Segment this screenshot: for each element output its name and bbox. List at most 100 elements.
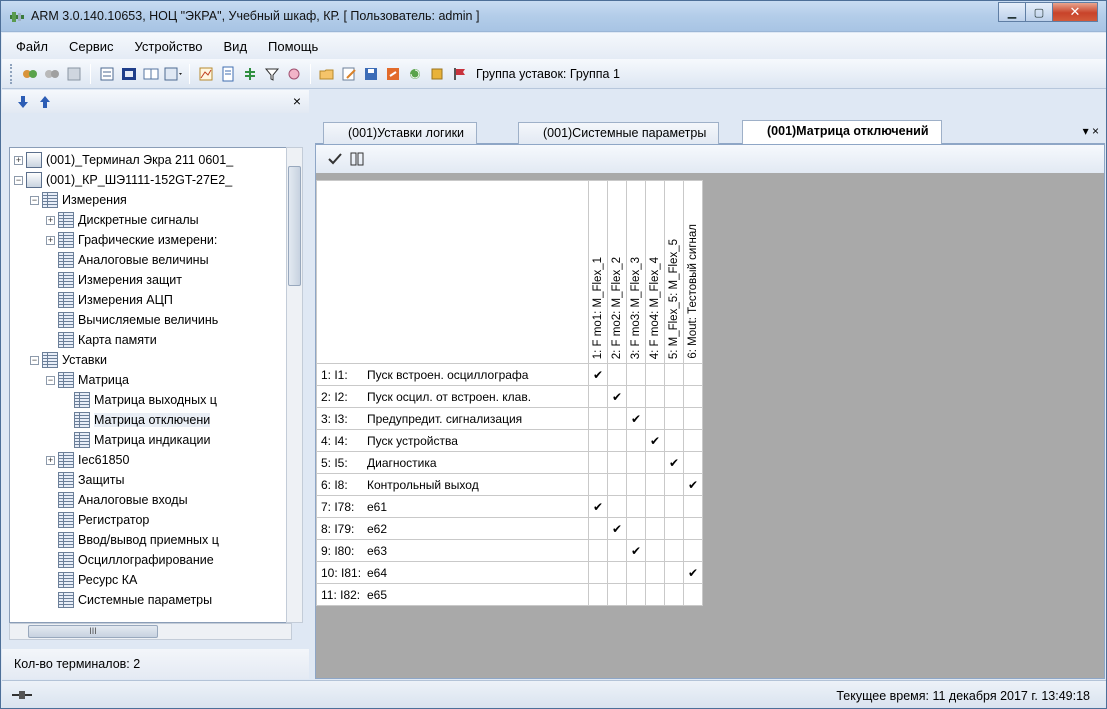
close-icon[interactable]: ✕ [1052,2,1098,22]
matrix-cell[interactable] [664,385,684,408]
tree-item[interactable]: + Iec61850 [46,450,129,470]
report-icon[interactable] [219,65,237,83]
matrix-row-header[interactable]: 3: I3: Предупредит. сигнализация [316,407,589,430]
matrix-column-header[interactable]: 5: M_Flex_5: M_Flex_5 [664,180,684,364]
matrix-cell[interactable] [588,583,608,606]
close-panel-button[interactable]: × [293,93,301,109]
minimize-icon[interactable]: ▁ [998,2,1026,22]
plugin-icon[interactable] [428,65,446,83]
scroll-thumb[interactable]: III [28,625,158,638]
matrix-cell[interactable] [664,363,684,386]
tree-horizontal-scrollbar[interactable]: III [9,623,292,640]
matrix-cell[interactable] [588,473,608,496]
matrix-cell[interactable] [607,495,627,518]
expander-icon[interactable]: − [30,355,39,365]
matrix-cell[interactable] [645,561,665,584]
tab-system-params[interactable]: (001)Системные параметры [518,122,720,144]
tree-item[interactable]: Измерения АЦП [46,290,173,310]
tab-trip-matrix[interactable]: (001)Матрица отключений [742,120,942,145]
device-tree[interactable]: + (001)_Терминал Экра 211 0601_ − (001)_КР_… [9,147,292,623]
tree-item[interactable]: Системные параметры [46,590,212,610]
properties-icon[interactable] [65,65,83,83]
matrix-row-header[interactable]: 8: I79: e62 [316,517,589,540]
matrix-cell[interactable] [607,561,627,584]
matrix-cell[interactable] [626,429,646,452]
tree-item[interactable]: Ресурс КА [46,570,137,590]
matrix-cell[interactable] [683,451,703,474]
matrix-cell[interactable] [645,451,665,474]
expander-icon[interactable]: + [46,455,55,465]
matrix-cell[interactable] [626,451,646,474]
expander-icon[interactable]: − [14,175,23,185]
matrix-cell[interactable] [683,539,703,562]
matrix-cell[interactable] [683,385,703,408]
export-icon[interactable] [384,65,402,83]
tree-item[interactable]: Вычисляемые величинь [46,310,218,330]
matrix-cell[interactable] [626,495,646,518]
settings-group-label[interactable]: Группа уставок: Группа 1 [476,67,620,81]
matrix-cell[interactable]: ✔ [626,539,646,562]
matrix-cell[interactable] [683,583,703,606]
matrix-cell[interactable] [683,517,703,540]
arrow-down-icon[interactable] [14,93,32,111]
matrix-row-header[interactable]: 7: I78: e61 [316,495,589,518]
matrix-cell[interactable] [588,561,608,584]
matrix-cell[interactable] [626,583,646,606]
toolbar-grip[interactable] [10,63,13,84]
matrix-cell[interactable]: ✔ [683,561,703,584]
matrix-cell[interactable] [645,539,665,562]
matrix-cell[interactable] [683,407,703,430]
matrix-cell[interactable] [683,429,703,452]
tree-item[interactable]: − Матрица [46,370,129,390]
matrix-cell[interactable] [683,363,703,386]
connect-icon[interactable] [21,65,39,83]
group-flag-icon[interactable] [450,65,468,83]
save-icon[interactable] [362,65,380,83]
matrix-cell[interactable] [664,495,684,518]
matrix-row-header[interactable]: 5: I5: Диагностика [316,451,589,474]
matrix-cell[interactable] [588,451,608,474]
matrix-cell[interactable] [645,407,665,430]
matrix-cell[interactable]: ✔ [683,473,703,496]
matrix-cell[interactable] [588,517,608,540]
matrix-row-header[interactable]: 6: I8: Контрольный выход [316,473,589,496]
matrix-cell[interactable] [588,539,608,562]
tree-item[interactable]: Матрица индикации [62,430,210,450]
maximize-icon[interactable]: ▢ [1025,2,1053,22]
tree-item[interactable]: + (001)_Терминал Экра 211 0601_ [14,150,233,170]
tree-item[interactable]: Карта памяти [46,330,157,350]
matrix-cell[interactable]: ✔ [626,407,646,430]
menu-help[interactable]: Помощь [266,37,320,56]
matrix-column-header[interactable]: 4: F mo4: M_Flex_4 [645,180,665,364]
tree-item[interactable]: − Уставки [30,350,107,370]
matrix-cell[interactable] [626,473,646,496]
matrix-row-header[interactable]: 10: I81: e64 [316,561,589,584]
list-icon[interactable] [98,65,116,83]
disconnect-icon[interactable] [43,65,61,83]
chart-icon[interactable] [197,65,215,83]
tab-menu-controls[interactable]: ▾ × [1083,124,1099,138]
matrix-cell[interactable] [607,363,627,386]
expander-icon[interactable]: − [30,195,39,205]
matrix-cell[interactable] [664,517,684,540]
tree-item[interactable]: Аналоговые входы [46,490,188,510]
title-bar[interactable]: ARM 3.0.140.10653, НОЦ "ЭКРА", Учебный ш… [1,1,1106,32]
window-dropdown-icon[interactable] [164,65,182,83]
matrix-cell[interactable] [664,561,684,584]
filter-icon[interactable] [263,65,281,83]
menu-device[interactable]: Устройство [133,37,205,56]
matrix-cell[interactable] [664,539,684,562]
matrix-cell[interactable] [588,407,608,430]
expander-icon[interactable]: + [14,155,23,165]
matrix-cell[interactable] [645,495,665,518]
terminal-icon[interactable] [120,65,138,83]
tree-item[interactable]: Осциллографирование [46,550,214,570]
matrix-cell[interactable] [645,517,665,540]
arrow-up-icon[interactable] [36,93,54,111]
matrix-row-header[interactable]: 9: I80: e63 [316,539,589,562]
tree-vertical-scrollbar[interactable] [286,147,303,623]
tree-item[interactable]: − Измерения [30,190,127,210]
matrix-column-header[interactable]: 3: F mo3: M_Flex_3 [626,180,646,364]
menu-view[interactable]: Вид [222,37,250,56]
matrix-column-header[interactable]: 1: F mo1: M_Flex_1 [588,180,608,364]
